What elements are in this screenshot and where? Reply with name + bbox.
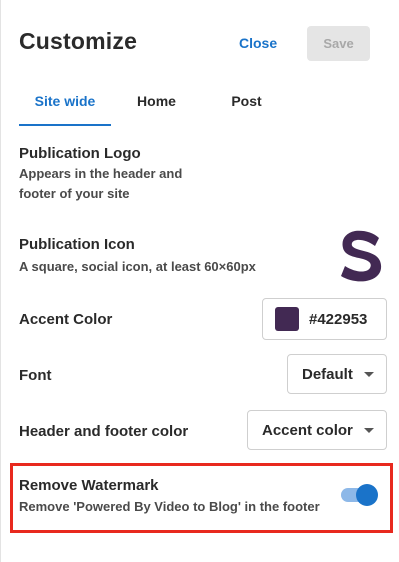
remove-watermark-title: Remove Watermark [19,477,159,494]
tab-bar: Site wide Home Post [19,86,389,126]
publication-icon-title: Publication Icon [19,236,135,253]
close-button[interactable]: Close [239,35,277,51]
tab-post[interactable]: Post [209,86,284,126]
save-button[interactable]: Save [307,26,370,61]
accent-color-label: Accent Color [19,311,113,328]
customize-panel: Customize Close Save Site wide Home Post… [0,0,399,562]
font-select-value: Default [302,366,353,383]
publication-logo-desc-line1: Appears in the header and [19,166,183,181]
font-label: Font [19,367,52,384]
font-select[interactable]: Default [287,354,387,394]
s-logo-icon[interactable] [339,228,383,282]
toggle-knob[interactable] [356,484,378,506]
tab-site-wide[interactable]: Site wide [19,86,111,126]
tab-home[interactable]: Home [119,86,194,126]
remove-watermark-desc: Remove 'Powered By Video to Blog' in the… [19,499,320,514]
header-footer-color-select[interactable]: Accent color [247,410,387,450]
color-swatch[interactable] [275,307,299,331]
header-footer-color-label: Header and footer color [19,423,189,440]
chevron-down-icon [364,372,374,377]
publication-icon-desc: A square, social icon, at least 60×60px [19,259,256,274]
accent-color-picker[interactable]: #422953 [262,298,387,340]
publication-logo-desc-line2: footer of your site [19,186,130,201]
page-title: Customize [19,28,138,54]
chevron-down-icon [364,428,374,433]
accent-color-value: #422953 [309,311,368,328]
header-footer-color-value: Accent color [262,422,353,439]
publication-logo-title: Publication Logo [19,145,141,162]
